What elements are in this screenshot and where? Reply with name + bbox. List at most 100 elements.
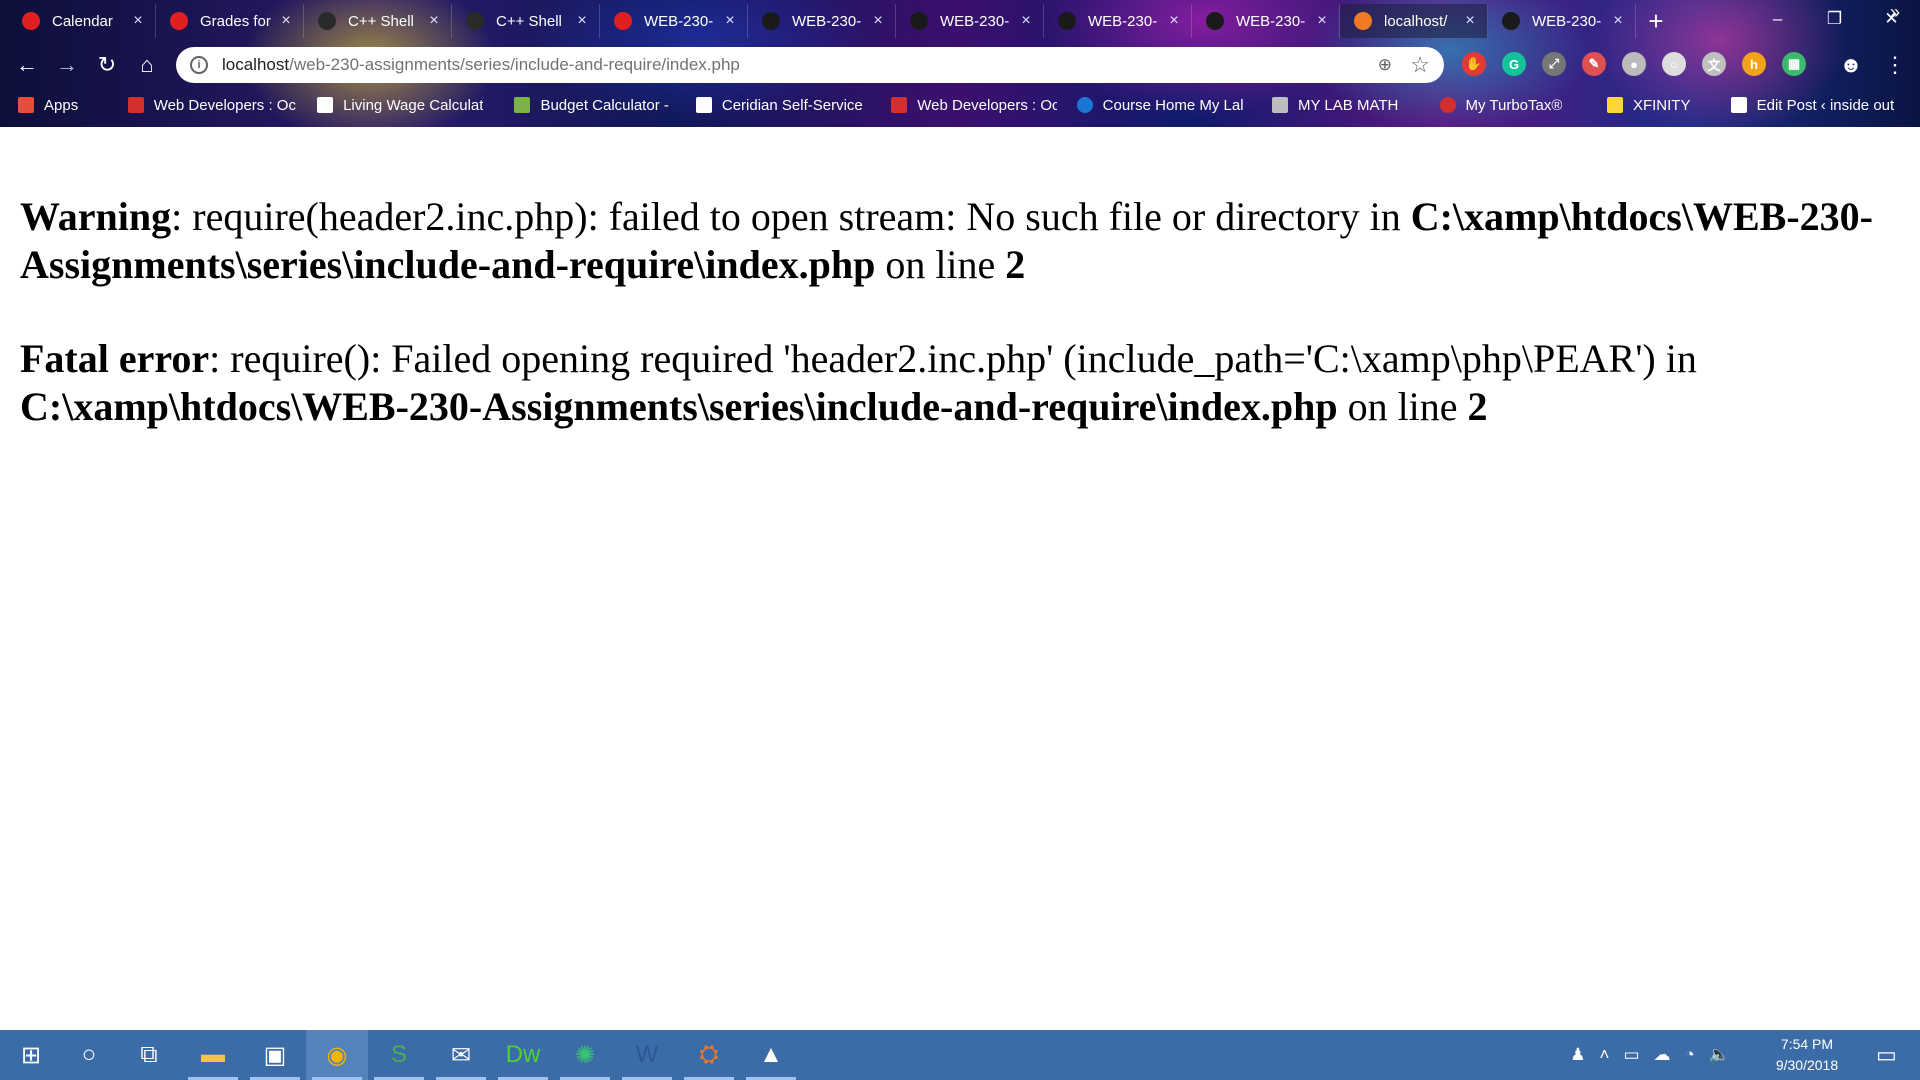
tab-close-icon[interactable]: × [1167, 12, 1181, 30]
forward-button[interactable]: → [52, 50, 82, 80]
tab-close-icon[interactable]: × [1019, 12, 1033, 30]
browser-tab[interactable]: WEB-230- × [748, 4, 896, 38]
tab-title: WEB-230- [1532, 12, 1602, 30]
taskbar-clock[interactable]: 7:54 PM 9/30/2018 [1762, 1034, 1852, 1076]
address-bar[interactable]: i localhost/web-230-assignments/series/i… [176, 47, 1444, 83]
browser-tab[interactable]: C++ Shell × [304, 4, 452, 38]
bookmark-item[interactable]: Web Developers : Oc [127, 97, 297, 114]
windows-taskbar: ⊞ ○ ⧉ ▬ ▣ ◉ S ✉ Dw ✺ W ⛭ ▲ ♟ ˄ ▭ ☁ ◔ 🔈 7:54 PM 9/30/2018 … [0, 1030, 1920, 1080]
minimize-button[interactable]: – [1749, 0, 1806, 38]
action-center-icon[interactable]: ▭ [1876, 1042, 1902, 1068]
php-fatal-error-message: Fatal error: require(): Failed opening r… [20, 335, 1900, 431]
bookmark-label: Ceridian Self-Service [721, 96, 863, 114]
store-icon[interactable]: ▣ [244, 1030, 306, 1080]
warning-text: : require(header2.inc.php): failed to op… [171, 194, 1411, 239]
canvas-red-icon [614, 12, 632, 30]
bookmark-item[interactable]: Web Developers : Oc [891, 97, 1057, 114]
bookmark-item[interactable]: Ceridian Self-Service [695, 96, 871, 114]
browser-tab[interactable]: WEB-230- × [1192, 4, 1340, 38]
xampp-taskbar-icon[interactable]: ⛭ [678, 1030, 740, 1080]
reload-button[interactable]: ↻ [92, 50, 122, 80]
profile-avatar[interactable]: ☻ [1836, 50, 1866, 80]
browser-tab[interactable]: WEB-230- × [1488, 4, 1636, 38]
volume-icon[interactable]: 🔈 [1709, 1045, 1730, 1065]
bookmarks-overflow-button[interactable]: » [1890, 2, 1900, 23]
apps-grid-icon [18, 97, 34, 113]
translate-icon[interactable]: 文 [1702, 52, 1726, 76]
pearson-icon [1076, 97, 1093, 113]
tab-close-icon[interactable]: × [131, 12, 145, 30]
restore-button[interactable]: ❐ [1806, 0, 1863, 38]
xampp-icon [1354, 12, 1372, 30]
url-text[interactable]: localhost/web-230-assignments/series/inc… [222, 55, 740, 75]
tab-close-icon[interactable]: × [723, 12, 737, 30]
globe-app-icon[interactable]: ✺ [554, 1030, 616, 1080]
bookmark-item[interactable]: MY LAB MATH [1272, 97, 1419, 114]
start-button[interactable]: ⊞ [0, 1030, 62, 1080]
bookmark-label: Edit Post ‹ inside out [1756, 96, 1895, 114]
extension-icon[interactable]: ✎ [1582, 52, 1606, 76]
fatal-file-path: C:\xamp\htdocs\WEB-230-Assignments\serie… [20, 384, 1338, 429]
page-icon [1730, 97, 1747, 113]
bookmark-label: XFINITY [1632, 96, 1691, 114]
mail-icon[interactable]: ✉ [430, 1030, 492, 1080]
honey-icon[interactable]: h [1742, 52, 1766, 76]
fatal-label: Fatal error [20, 336, 210, 381]
acrobat-icon[interactable]: ⤢ [1542, 52, 1566, 76]
wifi-icon[interactable]: ◔ [1685, 1045, 1695, 1065]
zoom-icon[interactable]: ⊕ [1378, 55, 1392, 75]
cortana-search-icon[interactable]: ○ [58, 1030, 120, 1080]
tab-close-icon[interactable]: × [871, 12, 885, 30]
new-tab-button[interactable]: + [1636, 4, 1676, 38]
folder-icon [1606, 97, 1623, 113]
bookmark-label: My TurboTax® [1465, 96, 1563, 114]
tab-close-icon[interactable]: × [427, 12, 441, 30]
task-view-icon[interactable]: ⧉ [118, 1030, 180, 1080]
photos-icon[interactable]: ▲ [740, 1030, 802, 1080]
tab-close-icon[interactable]: × [279, 12, 293, 30]
tab-title: C++ Shell [348, 12, 414, 30]
battery-icon[interactable]: ▭ [1623, 1045, 1639, 1065]
bookmark-item[interactable]: Living Wage Calculat [317, 97, 494, 114]
circle-icon[interactable]: ● [1622, 52, 1646, 76]
browser-tab[interactable]: WEB-230- × [1044, 4, 1192, 38]
ring-icon[interactable]: ○ [1662, 52, 1686, 76]
onedrive-icon[interactable]: ☁ [1654, 1045, 1671, 1065]
browser-tab[interactable]: WEB-230- × [600, 4, 748, 38]
bookmark-label: MY LAB MATH [1298, 96, 1399, 114]
tab-title: Grades for [200, 12, 271, 30]
browser-tab[interactable]: localhost/ × [1340, 4, 1488, 38]
browser-tab[interactable]: C++ Shell × [452, 4, 600, 38]
tab-close-icon[interactable]: × [1463, 12, 1477, 30]
file-explorer-icon[interactable]: ▬ [182, 1030, 244, 1080]
browser-tab[interactable]: Grades for × [156, 4, 304, 38]
browser-chrome: Calendar × Grades for × C++ Shell × C++ Shell ×… [0, 0, 1920, 127]
sheets-icon[interactable]: ▦ [1782, 52, 1806, 76]
word-icon[interactable]: W [616, 1030, 678, 1080]
bookmark-item[interactable]: Course Home My Lal [1076, 97, 1252, 114]
adblock-icon[interactable]: ✋ [1462, 52, 1486, 76]
bookmark-star-icon[interactable]: ☆ [1410, 52, 1430, 78]
dreamweaver-icon[interactable]: Dw [492, 1030, 554, 1080]
tab-title: C++ Shell [496, 12, 562, 30]
bookmark-item[interactable]: Budget Calculator - [514, 97, 675, 114]
people-icon[interactable]: ♟ [1570, 1045, 1585, 1065]
tab-close-icon[interactable]: × [575, 12, 589, 30]
home-button[interactable]: ⌂ [132, 50, 162, 80]
browser-tab[interactable]: WEB-230- × [896, 4, 1044, 38]
grammarly-icon[interactable]: G [1502, 52, 1526, 76]
bookmark-item[interactable]: Apps [18, 97, 108, 114]
tab-close-icon[interactable]: × [1611, 12, 1625, 30]
show-hidden-icons[interactable]: ˄ [1600, 1045, 1610, 1065]
bookmark-item[interactable]: Edit Post ‹ inside out [1730, 96, 1900, 114]
chrome-menu-icon[interactable]: ⋮ [1880, 50, 1910, 80]
slack-s-icon[interactable]: S [368, 1030, 430, 1080]
browser-tab[interactable]: Calendar × [8, 4, 156, 38]
chrome-icon[interactable]: ◉ [306, 1030, 368, 1080]
bookmark-item[interactable]: XFINITY [1606, 96, 1711, 114]
back-button[interactable]: ← [12, 50, 42, 80]
fatal-on-line: on line [1337, 384, 1468, 429]
tab-close-icon[interactable]: × [1315, 12, 1329, 30]
bookmark-item[interactable]: My TurboTax® [1439, 96, 1587, 114]
site-info-icon[interactable]: i [190, 56, 208, 74]
